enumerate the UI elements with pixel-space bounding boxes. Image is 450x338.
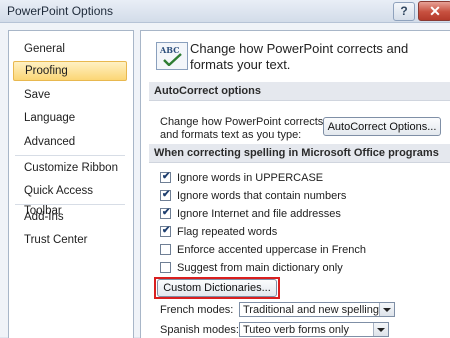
sidebar-item-customize-ribbon[interactable]: Customize Ribbon	[13, 158, 127, 178]
spanish-modes-select[interactable]: Tuteo verb forms only	[239, 322, 389, 337]
options-dialog: General Proofing Save Language Advanced …	[0, 23, 450, 338]
sidebar-divider	[15, 155, 125, 156]
title-bar: PowerPoint Options ? ✕	[0, 0, 450, 23]
checkbox[interactable]	[160, 262, 171, 273]
checkbox[interactable]	[160, 244, 171, 255]
sidebar-item-language[interactable]: Language	[13, 108, 127, 128]
spanish-modes-label: Spanish modes:	[160, 324, 239, 336]
sidebar-item-proofing[interactable]: Proofing	[13, 61, 127, 81]
sidebar: General Proofing Save Language Advanced …	[8, 30, 134, 338]
sidebar-item-general[interactable]: General	[13, 39, 127, 59]
page-intro: Change how PowerPoint corrects and forma…	[190, 41, 409, 72]
window-title: PowerPoint Options	[7, 4, 114, 18]
checkmark-icon: ✔	[162, 207, 171, 218]
chevron-down-icon[interactable]	[379, 303, 394, 316]
checkmark-icon: ✔	[162, 225, 171, 236]
chevron-down-icon[interactable]	[373, 323, 388, 336]
sidebar-divider	[15, 204, 125, 205]
spelling-section-header: When correcting spelling in Microsoft Of…	[149, 144, 450, 163]
checkbox[interactable]: ✔	[160, 226, 171, 237]
french-modes-label: French modes:	[160, 304, 234, 316]
autocorrect-description: Change how PowerPoint corrects and forma…	[160, 116, 324, 141]
checkbox[interactable]: ✔	[160, 172, 171, 183]
checkbox[interactable]: ✔	[160, 208, 171, 219]
checkmark-icon: ✔	[162, 171, 171, 182]
custom-dictionaries-button[interactable]: Custom Dictionaries...	[157, 279, 277, 297]
sidebar-item-advanced[interactable]: Advanced	[13, 132, 127, 152]
spelling-abc-icon: ABC	[156, 42, 188, 70]
autocorrect-section-header: AutoCorrect options	[149, 82, 450, 101]
checkmark-icon: ✔	[162, 189, 171, 200]
sidebar-item-trust-center[interactable]: Trust Center	[13, 230, 127, 250]
french-modes-select[interactable]: Traditional and new spellings	[239, 302, 395, 317]
checkbox[interactable]: ✔	[160, 190, 171, 201]
autocorrect-options-button[interactable]: AutoCorrect Options...	[323, 117, 441, 136]
sidebar-item-save[interactable]: Save	[13, 85, 127, 105]
sidebar-item-add-ins[interactable]: Add-Ins	[13, 207, 127, 227]
close-button[interactable]: ✕	[418, 1, 450, 21]
proofing-panel: ABC Change how PowerPoint corrects and f…	[140, 30, 450, 338]
help-button[interactable]: ?	[393, 2, 415, 21]
sidebar-item-quick-access-toolbar[interactable]: Quick Access Toolbar	[13, 181, 127, 217]
